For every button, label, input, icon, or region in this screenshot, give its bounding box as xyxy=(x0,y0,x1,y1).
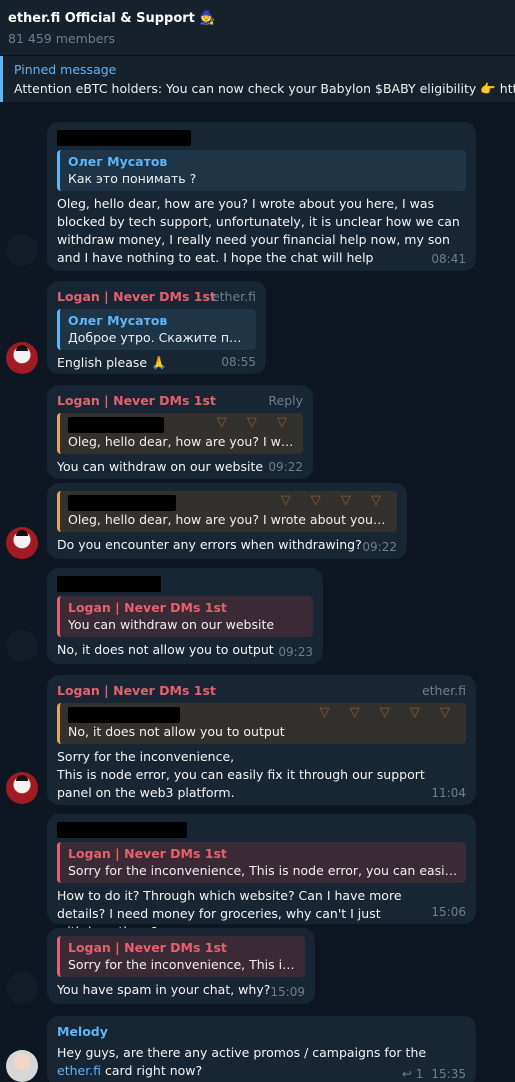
message-time: 15:09 xyxy=(270,985,305,999)
reply-quote[interactable]: Oleg, hello dear, how are you? I wro... … xyxy=(57,413,303,454)
message-line: Sorry for the inconvenience, xyxy=(57,749,235,764)
message-text: No, it does not allow you to output xyxy=(57,642,274,657)
admin-tag: ether.fi xyxy=(421,683,466,698)
message-list[interactable]: Олег Мусатов Как это понимать ? Oleg, he… xyxy=(0,102,515,1082)
reply-quote[interactable]: Logan | Never DMs 1st Sorry for the inco… xyxy=(57,842,466,883)
chat-header[interactable]: ether.fi Official & Support 🧙 81 459 mem… xyxy=(0,0,515,56)
avatar[interactable] xyxy=(6,234,38,266)
message-text: Sorry for the inconvenience, This is nod… xyxy=(57,748,466,802)
quote-text: Oleg, hello dear, how are you? I wrote a… xyxy=(68,512,389,527)
avatar[interactable] xyxy=(6,630,38,662)
redacted-sender xyxy=(68,707,180,723)
quote-text: Доброе утро. Скажите пож... xyxy=(68,330,248,345)
redacted-sender xyxy=(68,495,176,511)
avatar[interactable] xyxy=(6,772,38,804)
message-time: 09:22 xyxy=(362,540,397,554)
avatar[interactable] xyxy=(6,527,38,559)
reply-quote[interactable]: Logan | Never DMs 1st Sorry for the inco… xyxy=(57,936,305,977)
quote-text: Sorry for the inconvenience, This is nod… xyxy=(68,863,458,878)
redacted-sender xyxy=(57,576,161,592)
message-line: This is node error, you can easily fix i… xyxy=(57,767,425,800)
pinned-text: Attention eBTC holders: You can now chec… xyxy=(14,81,515,96)
message-text: Do you encounter any errors when withdra… xyxy=(57,537,362,552)
reply-button[interactable]: Reply xyxy=(268,393,303,408)
reply-quote[interactable]: Олег Мусатов Доброе утро. Скажите пож... xyxy=(57,309,256,350)
reply-quote[interactable]: No, it does not allow you to output ▽ ▽ … xyxy=(57,703,466,744)
chat-title: ether.fi Official & Support 🧙 xyxy=(8,11,216,26)
message-bubble[interactable]: Logan | Never DMs 1st ether.fi No, it do… xyxy=(47,675,476,805)
time-value: 15:35 xyxy=(431,1067,466,1081)
quote-text: Как это понимать ? xyxy=(68,171,197,186)
avatar[interactable] xyxy=(6,342,38,374)
message-bubble[interactable]: Logan | Never DMs 1st Reply Oleg, hello … xyxy=(47,385,313,479)
message-time: 11:04 xyxy=(431,786,466,800)
decoration-icons: ▽ ▽ ▽ ▽ xyxy=(280,493,389,508)
quote-text: You can withdraw on our website xyxy=(68,617,275,632)
message-text: You can withdraw on our website xyxy=(57,459,264,474)
decoration-icons: ▽ ▽ ▽ xyxy=(216,415,295,430)
sender-name[interactable]: Logan | Never DMs 1st xyxy=(57,393,303,409)
reply-count[interactable]: ↩ 1 xyxy=(402,1067,424,1081)
text-part: card right now? xyxy=(101,1063,203,1078)
message-bubble[interactable]: Олег Мусатов Как это понимать ? Oleg, he… xyxy=(47,122,476,271)
pinned-message-bar[interactable]: Pinned message Attention eBTC holders: Y… xyxy=(0,56,515,102)
quote-sender: Logan | Never DMs 1st xyxy=(68,940,227,955)
pinned-label: Pinned message xyxy=(14,62,117,77)
quote-text: No, it does not allow you to output xyxy=(68,724,285,739)
message-bubble[interactable]: Logan | Never DMs 1st Sorry for the inco… xyxy=(47,928,315,1004)
redacted-sender xyxy=(57,822,187,838)
sender-name[interactable]: Melody xyxy=(57,1024,466,1040)
message-bubble[interactable]: Logan | Never DMs 1st You can withdraw o… xyxy=(47,568,323,664)
message-time: 09:22 xyxy=(268,460,303,474)
redacted-sender xyxy=(68,417,164,433)
reply-quote[interactable]: Oleg, hello dear, how are you? I wrote a… xyxy=(57,491,397,532)
ether-fi-link[interactable]: ether.fi xyxy=(57,1063,101,1078)
reply-quote[interactable]: Олег Мусатов Как это понимать ? xyxy=(57,150,466,191)
message-time: 09:23 xyxy=(278,645,313,659)
reply-quote[interactable]: Logan | Never DMs 1st You can withdraw o… xyxy=(57,596,313,637)
avatar[interactable] xyxy=(6,972,38,1004)
quote-sender: Logan | Never DMs 1st xyxy=(68,846,227,861)
message-bubble[interactable]: Melody Hey guys, are there any active pr… xyxy=(47,1016,476,1082)
avatar[interactable] xyxy=(6,1050,38,1082)
member-count: 81 459 members xyxy=(8,31,116,46)
message-time: 15:06 xyxy=(431,905,466,919)
sender-name[interactable]: Logan | Never DMs 1st xyxy=(57,683,466,699)
message-bubble[interactable]: Oleg, hello dear, how are you? I wrote a… xyxy=(47,483,407,559)
message-bubble[interactable]: Logan | Never DMs 1st Sorry for the inco… xyxy=(47,814,476,939)
quote-sender: Олег Мусатов xyxy=(68,313,168,328)
message-time: 08:55 xyxy=(221,355,256,369)
quote-text: Sorry for the inconvenience, This is ... xyxy=(68,957,297,972)
message-bubble[interactable]: Logan | Never DMs 1st ether.fi Олег Муса… xyxy=(47,281,266,374)
admin-tag: ether.fi xyxy=(211,289,256,304)
message-time: ↩ 1 15:35 xyxy=(402,1067,466,1081)
message-text: Oleg, hello dear, how are you? I wrote a… xyxy=(57,196,460,265)
quote-text: Oleg, hello dear, how are you? I wro... xyxy=(68,434,295,449)
redacted-sender xyxy=(57,130,191,146)
message-time: 08:41 xyxy=(431,252,466,266)
decoration-icons: ▽ ▽ ▽ ▽ ▽ xyxy=(319,705,458,720)
quote-sender: Олег Мусатов xyxy=(68,154,168,169)
text-part: Hey guys, are there any active promos / … xyxy=(57,1045,427,1060)
quote-sender: Logan | Never DMs 1st xyxy=(68,600,227,615)
message-text: You have spam in your chat, why? xyxy=(57,982,271,997)
